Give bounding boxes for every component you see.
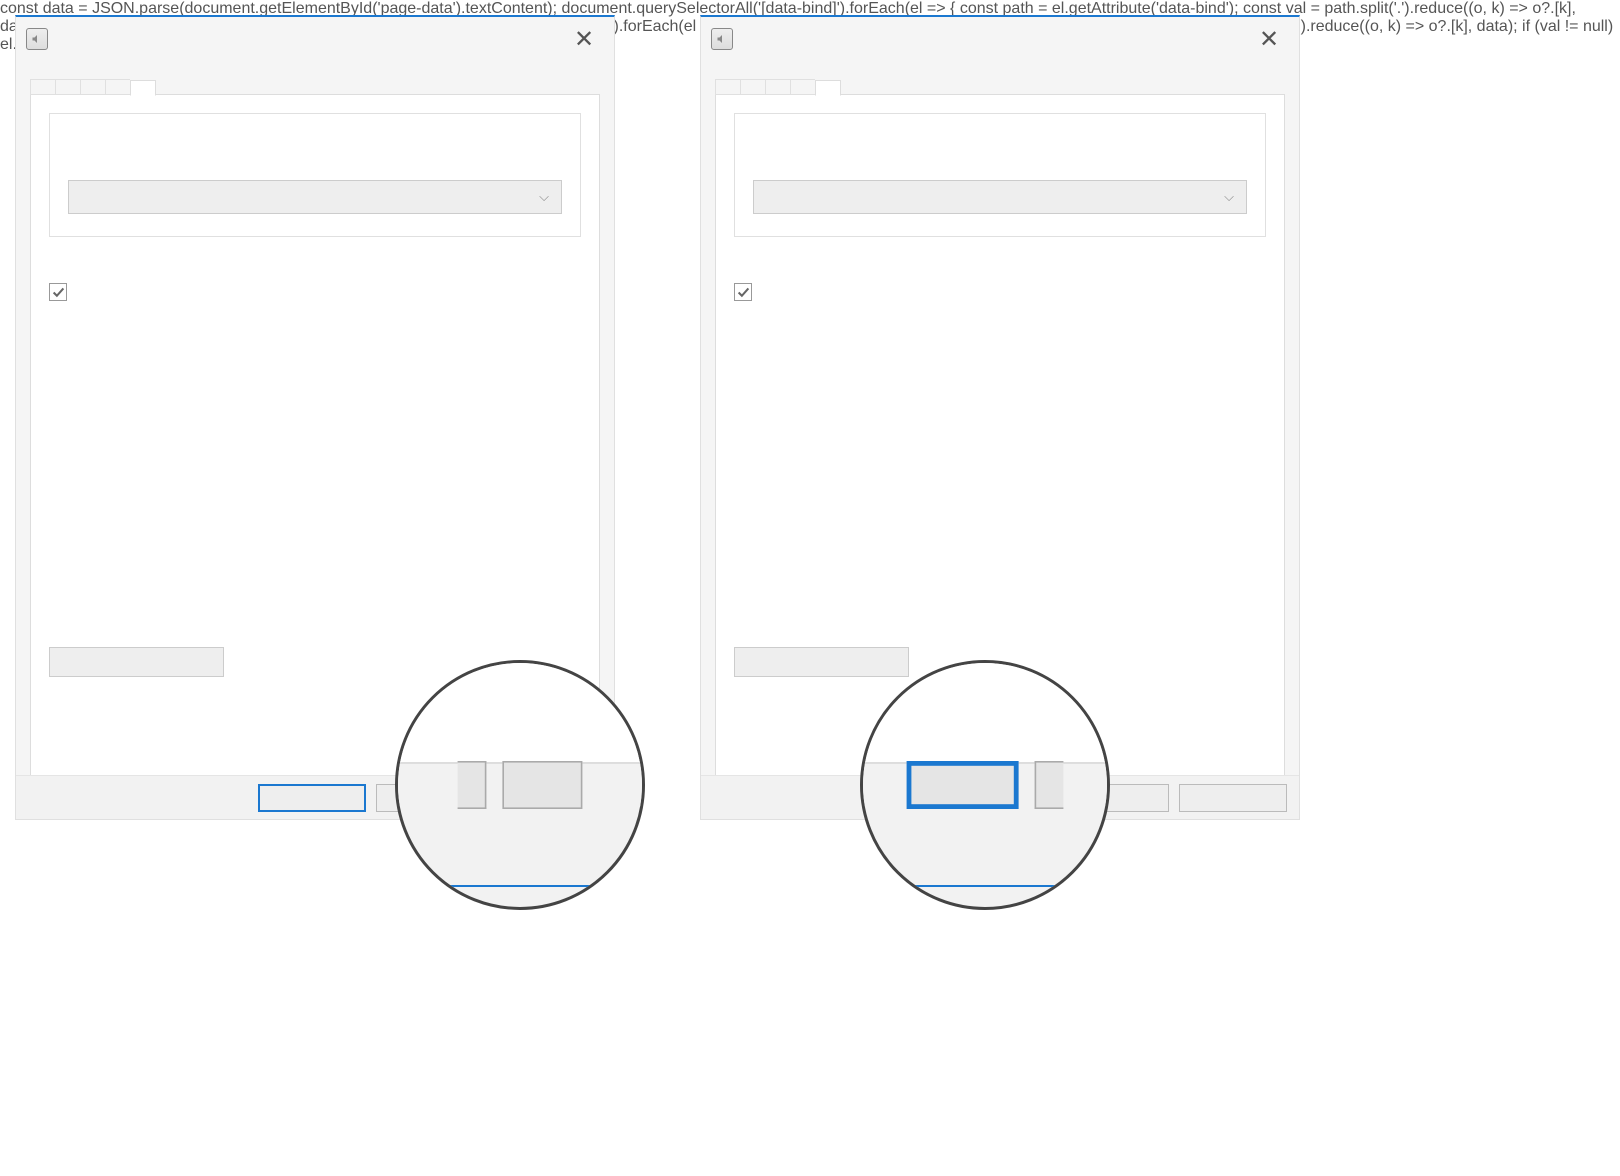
close-icon[interactable]: ✕ (564, 25, 604, 54)
magnifier-ok (860, 660, 1110, 910)
checkbox-icon (49, 283, 67, 301)
spatial-format-group: ⌵ (49, 113, 581, 237)
tab-enhancements[interactable] (80, 79, 105, 95)
tab-strip (16, 61, 614, 95)
titlebar: ✕ (16, 17, 614, 61)
surround-checkbox-row[interactable] (734, 283, 1266, 301)
chevron-down-icon: ⌵ (1224, 189, 1234, 205)
checkbox-icon (734, 283, 752, 301)
tab-general[interactable] (715, 79, 740, 95)
partial-button (458, 761, 487, 809)
tab-strip (701, 61, 1299, 95)
speaker-icon (26, 28, 48, 50)
ok-button[interactable] (258, 784, 366, 812)
spatial-format-combo[interactable]: ⌵ (753, 180, 1247, 214)
ok-button-zoom[interactable] (907, 761, 1019, 809)
restore-defaults-button[interactable] (49, 647, 224, 677)
close-icon[interactable]: ✕ (1249, 25, 1289, 54)
magnifier-apply (395, 660, 645, 910)
tab-advanced[interactable] (105, 79, 130, 95)
tab-advanced[interactable] (790, 79, 815, 95)
apply-button-zoom[interactable] (502, 761, 582, 809)
surround-checkbox-row[interactable] (49, 283, 581, 301)
tab-levels[interactable] (740, 79, 765, 95)
chevron-down-icon: ⌵ (539, 189, 549, 205)
tab-spatial-sound[interactable] (815, 80, 841, 96)
speaker-icon (711, 28, 733, 50)
spatial-format-combo[interactable]: ⌵ (68, 180, 562, 214)
titlebar: ✕ (701, 17, 1299, 61)
tab-general[interactable] (30, 79, 55, 95)
apply-button[interactable] (1179, 784, 1287, 812)
tab-levels[interactable] (55, 79, 80, 95)
spatial-format-group: ⌵ (734, 113, 1266, 237)
partial-button (1035, 761, 1064, 809)
tab-enhancements[interactable] (765, 79, 790, 95)
tab-spatial-sound[interactable] (130, 80, 156, 96)
